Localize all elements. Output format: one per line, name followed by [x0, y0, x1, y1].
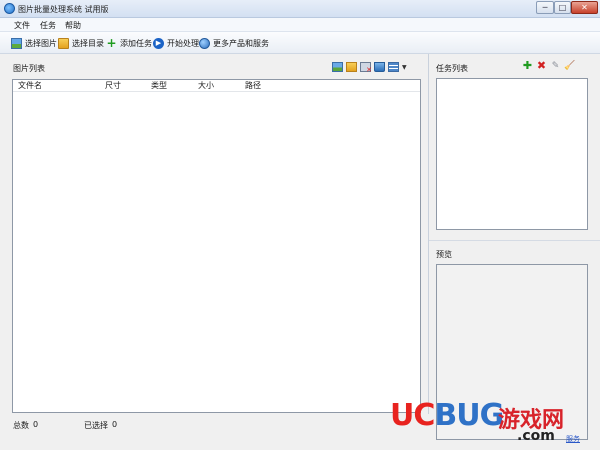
- toolbar: 选择图片 选择目录 + 添加任务 ▶ 开始处理 更多产品和服务: [0, 32, 600, 54]
- task-list-panel: 任务列表 ✚ ✖ ✎ 🧹: [429, 54, 600, 240]
- select-folder-button[interactable]: 选择目录: [58, 36, 104, 50]
- add-folder-icon[interactable]: [346, 62, 357, 72]
- clear-tasks-icon[interactable]: 🧹: [564, 61, 575, 71]
- preview-title: 预览: [436, 250, 452, 259]
- watermark-logo: UCBUG: [390, 398, 504, 433]
- selected-value: 0: [112, 420, 118, 429]
- more-products-button[interactable]: 更多产品和服务: [199, 36, 269, 50]
- service-link[interactable]: 服务: [566, 434, 580, 444]
- start-label: 开始处理: [167, 38, 199, 48]
- minimize-button[interactable]: ─: [536, 1, 554, 14]
- view-list-icon[interactable]: [388, 62, 399, 72]
- column-size[interactable]: 大小: [198, 80, 214, 92]
- delete-task-icon[interactable]: ✖: [536, 60, 547, 71]
- image-list-tools: ▼: [332, 62, 408, 74]
- plus-icon: +: [106, 35, 117, 50]
- image-list-title: 图片列表: [13, 64, 45, 73]
- add-task-button[interactable]: + 添加任务: [106, 36, 152, 50]
- app-icon: [4, 3, 15, 14]
- image-table[interactable]: 文件名 尺寸 类型 大小 路径: [12, 79, 421, 413]
- menu-bar: 文件 任务 帮助: [0, 18, 600, 32]
- add-task-icon[interactable]: ✚: [522, 60, 533, 71]
- column-type[interactable]: 类型: [151, 80, 167, 92]
- clear-list-icon[interactable]: [374, 62, 385, 72]
- remove-image-icon[interactable]: [360, 62, 372, 74]
- task-list-title: 任务列表: [436, 64, 468, 73]
- table-header: 文件名 尺寸 类型 大小 路径: [13, 80, 420, 92]
- image-icon: [11, 37, 22, 49]
- selected-label: 已选择: [84, 421, 108, 430]
- add-task-label: 添加任务: [120, 38, 152, 48]
- column-path[interactable]: 路径: [245, 80, 261, 92]
- task-list-box[interactable]: [436, 78, 588, 230]
- edit-task-icon[interactable]: ✎: [550, 61, 561, 71]
- watermark-domain: .com: [517, 428, 555, 444]
- select-image-button[interactable]: 选择图片: [11, 36, 57, 50]
- play-icon: ▶: [153, 37, 164, 49]
- add-image-icon[interactable]: [332, 62, 343, 72]
- image-list-panel: 图片列表 ▼ 文件名 尺寸 类型 大小 路径: [0, 54, 427, 450]
- menu-file[interactable]: 文件: [14, 20, 30, 31]
- column-filename[interactable]: 文件名: [18, 80, 42, 92]
- title-bar: 图片批量处理系统 试用版 ─ □ ✕: [0, 0, 600, 18]
- select-image-label: 选择图片: [25, 38, 57, 48]
- task-list-tools: ✚ ✖ ✎ 🧹: [522, 60, 575, 71]
- maximize-button[interactable]: □: [554, 1, 571, 14]
- globe-icon: [199, 37, 210, 49]
- folder-icon: [58, 37, 69, 49]
- column-dimensions[interactable]: 尺寸: [105, 80, 121, 92]
- menu-help[interactable]: 帮助: [65, 20, 81, 31]
- window-title: 图片批量处理系统 试用版: [18, 5, 109, 14]
- close-button[interactable]: ✕: [571, 1, 598, 14]
- select-folder-label: 选择目录: [72, 38, 104, 48]
- total-value: 0: [33, 420, 39, 429]
- start-button[interactable]: ▶ 开始处理: [153, 36, 199, 50]
- total-label: 总数: [13, 421, 29, 430]
- chevron-down-icon[interactable]: ▼: [402, 64, 408, 71]
- more-products-label: 更多产品和服务: [213, 38, 269, 48]
- menu-task[interactable]: 任务: [40, 20, 56, 31]
